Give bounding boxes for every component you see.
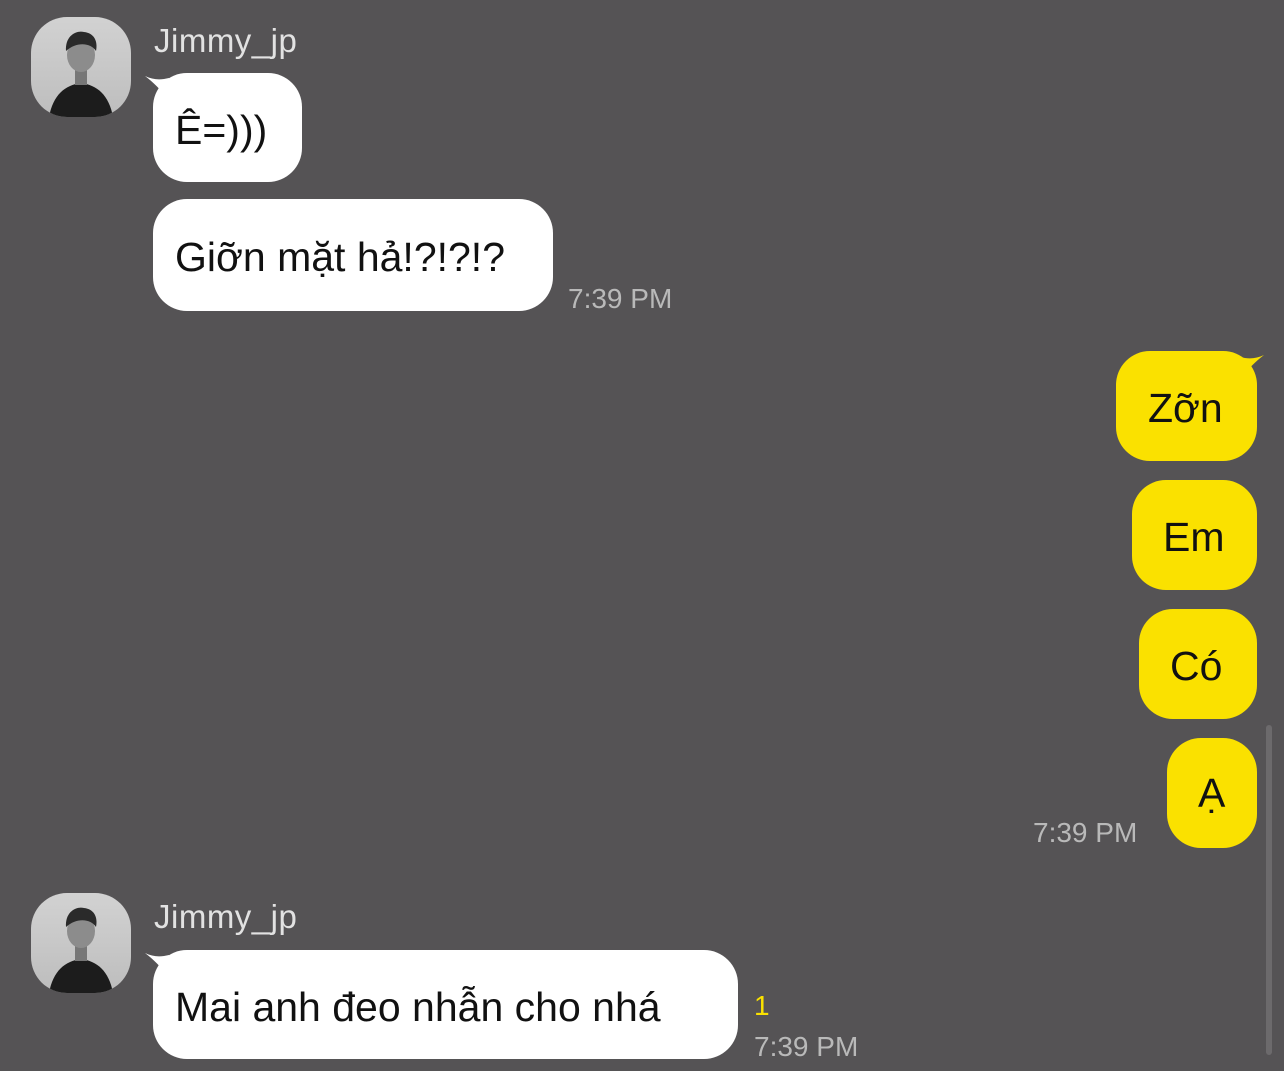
message-bubble[interactable]: Giỡn mặt hả!?!?!? (153, 199, 553, 311)
message-bubble[interactable]: Có (1139, 609, 1257, 719)
sender-name: Jimmy_jp (154, 898, 298, 935)
person-photo-icon (49, 907, 113, 993)
message-text: Em (1163, 514, 1225, 560)
message-text: Ạ (1198, 770, 1226, 816)
message-bubble[interactable]: Em (1132, 480, 1257, 590)
message-text: Giỡn mặt hả!?!?!? (175, 234, 506, 280)
message-timestamp: 7:39 PM (568, 283, 673, 314)
message-timestamp: 7:39 PM (754, 1031, 859, 1062)
scrollbar[interactable] (1266, 725, 1272, 1055)
message-bubble[interactable]: Ê=))) (153, 73, 302, 182)
message-text: Zỡn (1148, 385, 1223, 431)
message-bubble[interactable]: Ạ (1167, 738, 1257, 848)
contact-avatar[interactable] (31, 17, 131, 117)
message-bubble[interactable]: Mai anh đeo nhẫn cho nhá (153, 950, 738, 1059)
message-text: Có (1170, 643, 1223, 689)
contact-avatar[interactable] (31, 893, 131, 993)
message-text: Mai anh đeo nhẫn cho nhá (175, 984, 661, 1030)
sender-name: Jimmy_jp (154, 22, 298, 59)
unread-count: 1 (754, 990, 770, 1021)
message-text: Ê=))) (175, 107, 268, 153)
message-bubble[interactable]: Zỡn (1116, 351, 1257, 461)
message-timestamp: 7:39 PM (1033, 817, 1138, 848)
person-photo-icon (49, 31, 113, 117)
